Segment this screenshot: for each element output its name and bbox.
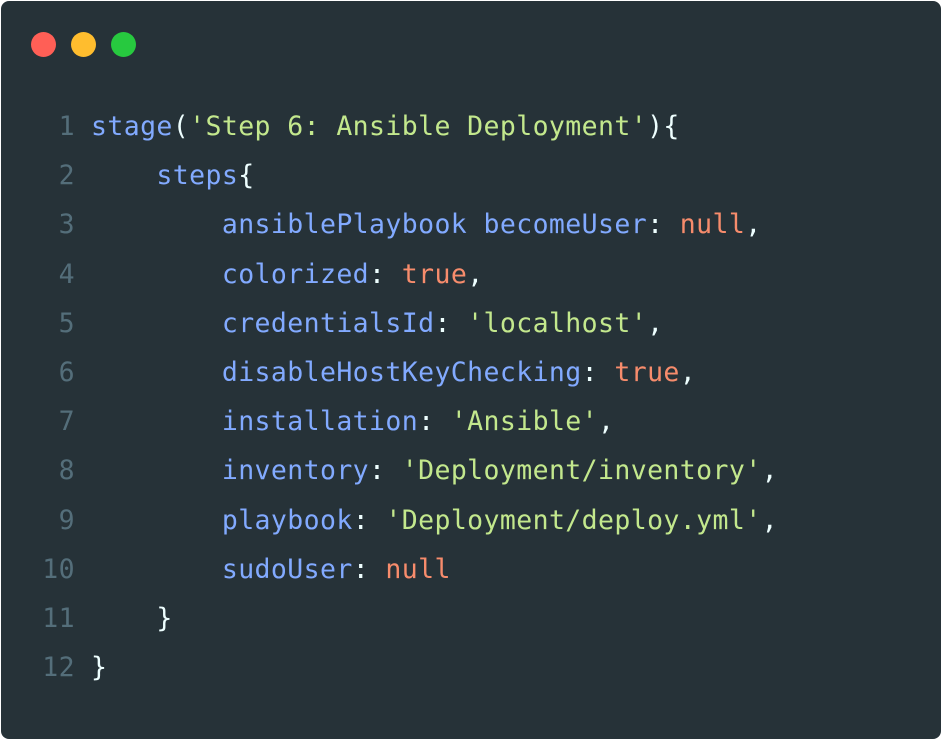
code-literal: null bbox=[679, 209, 746, 241]
code-punctuation: ){ bbox=[647, 111, 680, 142]
line-number: 8 bbox=[58, 455, 75, 487]
line-content: ansiblePlaybook becomeUser: null, bbox=[91, 200, 762, 249]
code-punctuation: : bbox=[647, 209, 680, 241]
code-punctuation: , bbox=[745, 209, 762, 241]
zoom-button[interactable] bbox=[111, 32, 136, 57]
line-content: } bbox=[91, 594, 173, 643]
code-literal: null bbox=[385, 553, 451, 585]
code-punctuation: : bbox=[581, 356, 615, 388]
code-line: 9 playbook: 'Deployment/deploy.yml', bbox=[1, 496, 941, 545]
code-punctuation: } bbox=[156, 602, 173, 634]
code-block: 1 stage('Step 6: Ansible Deployment'){2 s… bbox=[1, 102, 941, 692]
code-identifier: disableHostKeyChecking bbox=[221, 356, 582, 388]
line-number: 7 bbox=[58, 406, 75, 438]
line-content: playbook: 'Deployment/deploy.yml', bbox=[91, 496, 778, 545]
code-line: 8 inventory: 'Deployment/inventory', bbox=[1, 446, 941, 495]
code-window: 1 stage('Step 6: Ansible Deployment'){2 s… bbox=[1, 1, 941, 739]
line-content: credentialsId: 'localhost', bbox=[91, 299, 663, 348]
line-content: } bbox=[91, 643, 107, 692]
line-number: 11 bbox=[42, 602, 75, 634]
code-identifier: credentialsId bbox=[221, 307, 435, 339]
code-literal: true bbox=[401, 258, 468, 290]
line-number: 3 bbox=[58, 209, 75, 241]
line-number: 10 bbox=[42, 553, 75, 585]
code-identifier: colorized bbox=[221, 258, 370, 290]
code-punctuation: : bbox=[434, 307, 468, 339]
line-number: 4 bbox=[58, 258, 75, 290]
code-line: 7 installation: 'Ansible', bbox=[1, 397, 941, 446]
code-punctuation: , bbox=[679, 356, 697, 388]
line-number: 2 bbox=[58, 160, 75, 192]
code-punctuation: } bbox=[91, 652, 108, 684]
line-content: inventory: 'Deployment/inventory', bbox=[91, 446, 778, 495]
line-number: 12 bbox=[42, 652, 75, 684]
line-number: 9 bbox=[58, 504, 75, 536]
code-punctuation: , bbox=[761, 455, 778, 487]
line-content: disableHostKeyChecking: true, bbox=[91, 348, 696, 397]
code-identifier: ansiblePlaybook becomeUser bbox=[221, 209, 648, 241]
code-string: 'Deployment/deploy.yml' bbox=[385, 504, 762, 536]
code-punctuation: : bbox=[369, 258, 402, 290]
code-line: 2 steps{ bbox=[1, 151, 941, 200]
code-identifier: installation bbox=[221, 406, 419, 438]
code-line: 10 sudoUser: null bbox=[1, 545, 941, 594]
code-punctuation: , bbox=[647, 307, 664, 339]
line-content: installation: 'Ansible', bbox=[91, 397, 614, 446]
line-content: steps{ bbox=[91, 151, 255, 200]
line-number: 1 bbox=[58, 111, 75, 142]
code-punctuation: : bbox=[352, 504, 386, 536]
code-line: 6 disableHostKeyChecking: true, bbox=[1, 348, 941, 397]
line-content: colorized: true, bbox=[91, 250, 484, 299]
code-punctuation: : bbox=[369, 455, 402, 487]
code-punctuation: , bbox=[761, 504, 778, 536]
line-content: sudoUser: null bbox=[91, 545, 451, 594]
code-line: 11 } bbox=[1, 594, 941, 643]
code-punctuation: : bbox=[418, 406, 451, 438]
code-literal: true bbox=[614, 356, 680, 388]
line-number: 5 bbox=[58, 307, 75, 339]
code-string: 'localhost' bbox=[467, 307, 648, 339]
code-string: 'Deployment/inventory' bbox=[401, 455, 762, 487]
line-number: 6 bbox=[58, 356, 75, 388]
code-line: 3 ansiblePlaybook becomeUser: null, bbox=[1, 200, 941, 249]
code-identifier: playbook bbox=[221, 504, 353, 536]
close-button[interactable] bbox=[31, 32, 56, 57]
code-line: 12} bbox=[1, 643, 941, 692]
code-line: 5 credentialsId: 'localhost', bbox=[1, 299, 941, 348]
code-identifier: sudoUser bbox=[221, 553, 353, 585]
code-identifier: inventory bbox=[221, 455, 370, 487]
code-string: 'Ansible' bbox=[450, 406, 599, 438]
code-string: 'Step 6: Ansible Deployment' bbox=[189, 111, 648, 142]
code-identifier: steps bbox=[156, 160, 239, 192]
line-content: stage('Step 6: Ansible Deployment'){ bbox=[91, 102, 680, 151]
code-punctuation: , bbox=[467, 258, 484, 290]
code-punctuation: : bbox=[352, 553, 386, 585]
code-identifier: stage bbox=[91, 111, 173, 142]
minimize-button[interactable] bbox=[71, 32, 96, 57]
code-line: 1 stage('Step 6: Ansible Deployment'){ bbox=[1, 102, 941, 151]
code-punctuation: ( bbox=[172, 111, 190, 142]
code-line: 4 colorized: true, bbox=[1, 250, 941, 299]
window-controls bbox=[31, 32, 136, 58]
code-punctuation: , bbox=[598, 406, 615, 438]
code-punctuation: { bbox=[238, 160, 255, 192]
